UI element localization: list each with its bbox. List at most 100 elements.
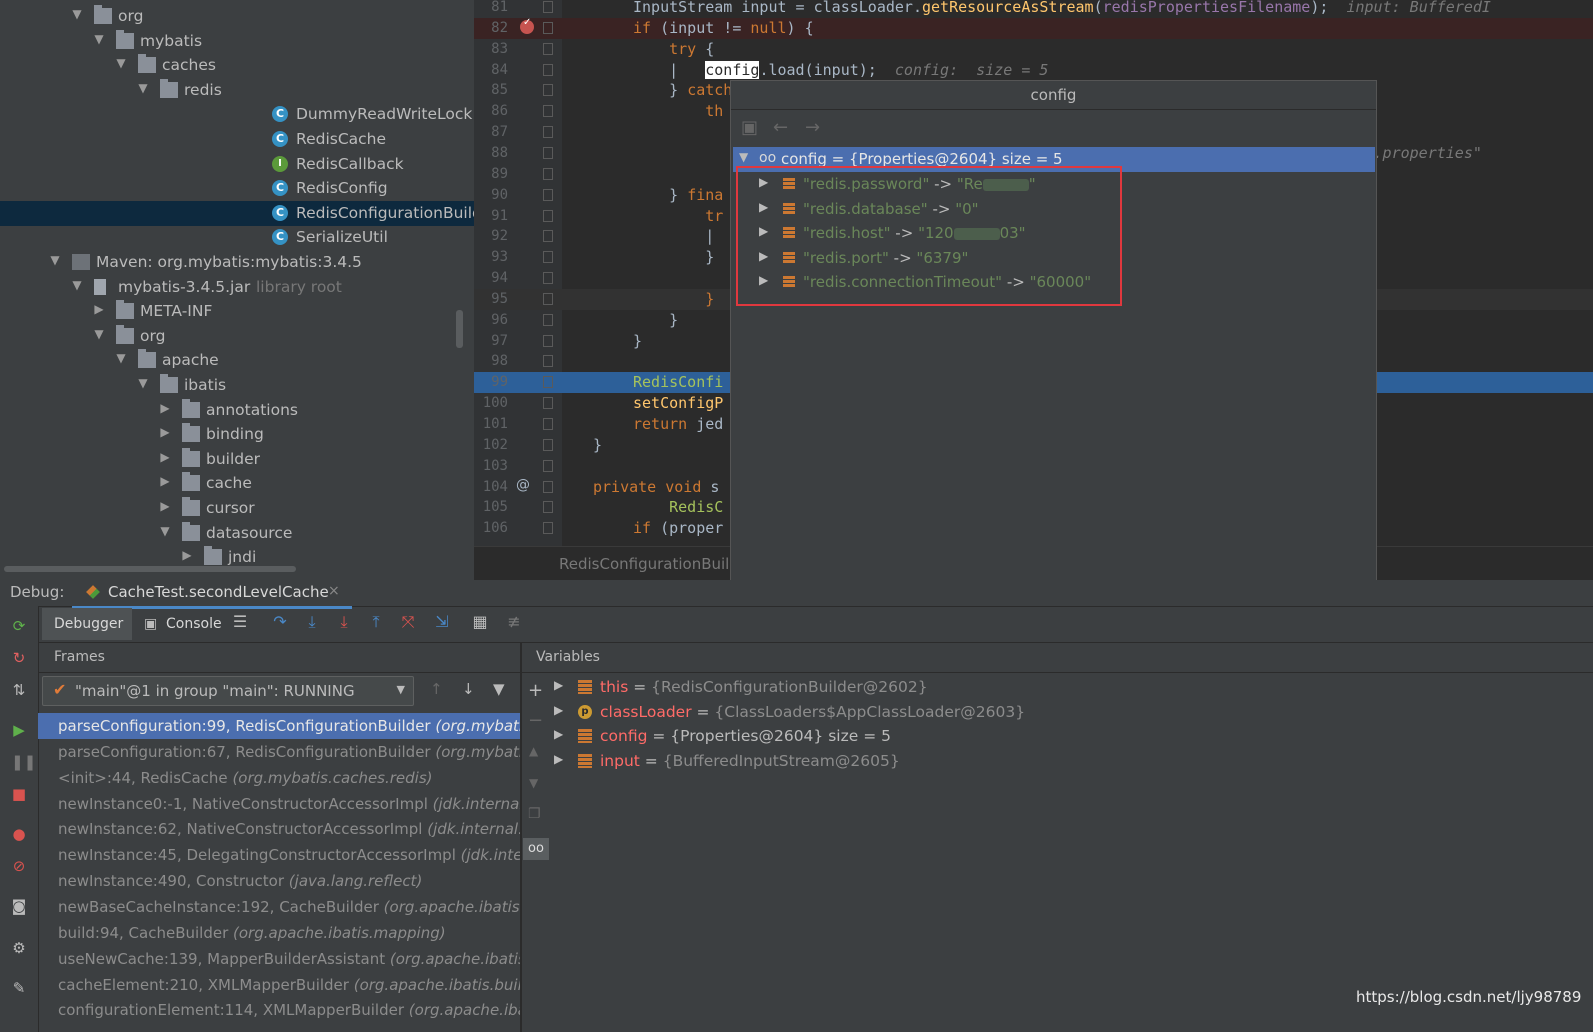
chevron-right-icon[interactable]: ▶ bbox=[554, 727, 563, 741]
stack-frame[interactable]: <init>:44, RedisCache (org.mybatis.cache… bbox=[38, 765, 520, 791]
variable-row[interactable]: ▶ this = {RedisConfigurationBuilder@2602} bbox=[552, 675, 1552, 700]
code-line[interactable]: 81 InputStream input = classLoader.getRes… bbox=[474, 0, 1593, 18]
fold-marker-icon[interactable] bbox=[543, 230, 553, 243]
fold-marker-icon[interactable] bbox=[543, 167, 553, 180]
chevron-right-icon[interactable]: ▶ bbox=[158, 401, 172, 415]
tree-item[interactable]: ▼ apache bbox=[0, 348, 474, 373]
fold-marker-icon[interactable] bbox=[543, 438, 553, 451]
down-icon[interactable]: ▼ bbox=[529, 776, 538, 790]
chevron-right-icon[interactable]: ▶ bbox=[554, 678, 563, 692]
stack-frame[interactable]: useNewCache:139, MapperBuilderAssistant … bbox=[38, 946, 520, 972]
chevron-down-icon[interactable]: ▼ bbox=[136, 81, 150, 95]
tree-item[interactable]: ▼ mybatis-3.4.5.jar library root bbox=[0, 275, 474, 300]
up-icon[interactable]: ▲ bbox=[529, 744, 538, 758]
fold-marker-icon[interactable] bbox=[543, 459, 553, 472]
editor-breadcrumb-label[interactable]: RedisConfigurationBuild bbox=[559, 555, 739, 573]
stack-frame[interactable]: build:94, CacheBuilder (org.apache.ibati… bbox=[38, 920, 520, 946]
view-breakpoints-icon[interactable]: ● bbox=[11, 826, 27, 842]
tree-item[interactable]: ▶ builder bbox=[0, 447, 474, 472]
restore-layout-icon[interactable]: ⇅ bbox=[11, 682, 27, 698]
stack-frame[interactable]: newBaseCacheInstance:192, CacheBuilder (… bbox=[38, 894, 520, 920]
stack-frame[interactable]: parseConfiguration:67, RedisConfiguratio… bbox=[38, 739, 520, 765]
tree-item[interactable]: ▶ META-INF bbox=[0, 299, 474, 324]
tree-item[interactable]: ▼ ibatis bbox=[0, 373, 474, 398]
drop-frame-icon[interactable]: ⤧ bbox=[398, 612, 418, 632]
chevron-right-icon[interactable]: ▶ bbox=[158, 425, 172, 439]
chevron-right-icon[interactable]: ▶ bbox=[158, 450, 172, 464]
tree-item[interactable]: C SerializeUtil bbox=[0, 225, 474, 250]
fold-marker-icon[interactable] bbox=[543, 313, 553, 326]
tree-item[interactable]: C DummyReadWriteLock bbox=[0, 102, 474, 127]
copy-icon[interactable]: ❐ bbox=[528, 806, 541, 822]
back-arrow-icon[interactable]: ← bbox=[773, 117, 788, 138]
filter-icon[interactable]: ▼ bbox=[493, 680, 505, 698]
stack-frame[interactable]: configurationElement:114, XMLMapperBuild… bbox=[38, 997, 520, 1023]
thread-select[interactable]: ✔ "main"@1 in group "main": RUNNING ▼ bbox=[42, 676, 414, 706]
stack-frame[interactable]: newInstance:62, NativeConstructorAccesso… bbox=[38, 816, 520, 842]
tree-item[interactable]: I RedisCallback bbox=[0, 152, 474, 177]
fold-marker-icon[interactable] bbox=[543, 126, 553, 139]
chevron-down-icon[interactable]: ▼ bbox=[92, 32, 106, 46]
tree-item[interactable]: ▼ redis bbox=[0, 78, 474, 103]
up-arrow-icon[interactable]: ↑ bbox=[430, 680, 443, 698]
chevron-right-icon[interactable]: ▶ bbox=[158, 474, 172, 488]
fold-marker-icon[interactable] bbox=[543, 251, 553, 264]
force-step-into-icon[interactable]: ⤓ bbox=[334, 612, 354, 632]
tree-item[interactable]: ▶ cache bbox=[0, 471, 474, 496]
pin-icon[interactable]: ✎ bbox=[11, 980, 27, 996]
tree-item[interactable]: ▼ org bbox=[0, 324, 474, 349]
tree-item[interactable]: C RedisConfig bbox=[0, 176, 474, 201]
chevron-right-icon[interactable]: ▶ bbox=[554, 752, 563, 766]
remove-icon[interactable]: − bbox=[528, 710, 543, 731]
fold-marker-icon[interactable] bbox=[543, 292, 553, 305]
tree-item[interactable]: ▶ cursor bbox=[0, 496, 474, 521]
debug-session-tab[interactable]: CacheTest.secondLevelCache × bbox=[72, 580, 352, 609]
breakpoint-icon[interactable] bbox=[520, 17, 534, 34]
chevron-down-icon[interactable]: ▼ bbox=[70, 278, 84, 292]
chevron-right-icon[interactable]: ▶ bbox=[554, 703, 563, 717]
fold-marker-icon[interactable] bbox=[543, 355, 553, 368]
fold-marker-icon[interactable] bbox=[543, 397, 553, 410]
fold-marker-icon[interactable] bbox=[543, 63, 553, 76]
tab-console[interactable]: Console bbox=[166, 616, 222, 632]
down-arrow-icon[interactable]: ↓ bbox=[462, 680, 475, 698]
resume-icon[interactable]: ▶ bbox=[11, 722, 27, 738]
fold-marker-icon[interactable] bbox=[543, 272, 553, 285]
chevron-down-icon[interactable]: ▼ bbox=[114, 351, 128, 365]
forward-arrow-icon[interactable]: → bbox=[805, 117, 820, 138]
chevron-down-icon[interactable]: ▼ bbox=[136, 376, 150, 390]
variable-row[interactable]: ▶ input = {BufferedInputStream@2605} bbox=[552, 749, 1552, 774]
tree-item[interactable]: ▼ caches bbox=[0, 53, 474, 78]
close-icon[interactable]: × bbox=[328, 583, 340, 599]
mute-breakpoints-icon[interactable]: ⊘ bbox=[11, 858, 27, 874]
stack-frame[interactable]: newInstance0:-1, NativeConstructorAccess… bbox=[38, 791, 520, 817]
fold-marker-icon[interactable] bbox=[543, 84, 553, 97]
chevron-right-icon[interactable]: ▶ bbox=[180, 548, 194, 562]
gear-icon[interactable]: ⚙ bbox=[11, 940, 27, 956]
fold-marker-icon[interactable] bbox=[543, 376, 553, 389]
tree-item[interactable]: ▼ Maven: org.mybatis:mybatis:3.4.5 bbox=[0, 250, 474, 275]
menu-icon[interactable]: ☰ bbox=[230, 612, 250, 632]
fold-marker-icon[interactable] bbox=[543, 480, 553, 493]
tree-item[interactable]: ▼ mybatis bbox=[0, 29, 474, 54]
add-icon[interactable]: + bbox=[528, 680, 543, 701]
fold-marker-icon[interactable] bbox=[543, 105, 553, 118]
chevron-down-icon[interactable]: ▼ bbox=[739, 150, 748, 164]
fold-marker-icon[interactable] bbox=[543, 146, 553, 159]
stack-frame[interactable]: newInstance:45, DelegatingConstructorAcc… bbox=[38, 842, 520, 868]
tree-item[interactable]: ▶ annotations bbox=[0, 398, 474, 423]
fold-marker-icon[interactable] bbox=[543, 522, 553, 535]
stack-frame[interactable]: newInstance:490, Constructor (java.lang.… bbox=[38, 868, 520, 894]
fold-marker-icon[interactable] bbox=[543, 42, 553, 55]
variable-row[interactable]: ▶ config = {Properties@2604} size = 5 bbox=[552, 724, 1552, 749]
stop-icon[interactable]: ■ bbox=[11, 786, 27, 802]
chevron-down-icon[interactable]: ▼ bbox=[70, 7, 84, 21]
run-to-cursor-icon[interactable]: ⇲ bbox=[432, 612, 452, 632]
chevron-down-icon[interactable]: ▼ bbox=[158, 524, 172, 538]
fold-marker-icon[interactable] bbox=[543, 418, 553, 430]
chevron-down-icon[interactable]: ▼ bbox=[48, 253, 62, 267]
code-line[interactable]: 84 | config.load(input); config: size = … bbox=[474, 60, 1593, 81]
vertical-scrollbar[interactable] bbox=[456, 310, 463, 348]
watch-glasses-icon[interactable]: oo bbox=[523, 838, 549, 860]
tree-item[interactable]: ▼ datasource bbox=[0, 521, 474, 546]
